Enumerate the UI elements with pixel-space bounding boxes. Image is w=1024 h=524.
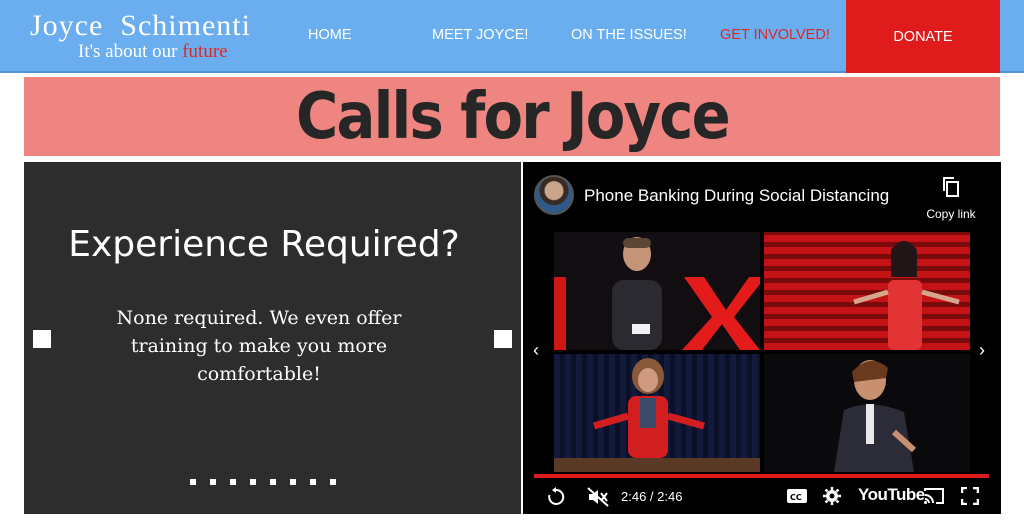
chevron-right-icon[interactable]: › xyxy=(979,340,985,361)
speaker-figure xyxy=(834,360,917,472)
copy-link-button[interactable]: Copy link xyxy=(916,176,986,221)
slider-dot[interactable] xyxy=(230,479,236,485)
video-time: 2:46 / 2:46 xyxy=(621,489,683,504)
gear-icon[interactable] xyxy=(823,487,841,505)
youtube-embed[interactable]: Phone Banking During Social Distancing C… xyxy=(523,162,1001,514)
donate-button[interactable]: DONATE xyxy=(846,0,1000,73)
channel-avatar[interactable] xyxy=(534,175,574,215)
nav-on-the-issues[interactable]: ON THE ISSUES! xyxy=(571,27,687,43)
related-video-thumbnail[interactable] xyxy=(554,232,760,350)
page-title: Calls for Joyce xyxy=(295,79,731,154)
site-logo[interactable]: Joyce Schimenti It's about our future xyxy=(30,9,251,63)
nav-get-involved[interactable]: GET INVOLVED! xyxy=(720,27,830,43)
slider-dot[interactable] xyxy=(290,479,296,485)
replay-icon[interactable] xyxy=(546,487,566,507)
cast-icon[interactable] xyxy=(923,487,945,505)
nav-home[interactable]: HOME xyxy=(308,27,352,43)
info-slider: Experience Required? None required. We e… xyxy=(24,162,521,514)
page-banner: Calls for Joyce xyxy=(24,77,1000,156)
speaker-figure xyxy=(554,358,760,472)
speaker-figure xyxy=(853,241,960,350)
slider-dot[interactable] xyxy=(210,479,216,485)
fullscreen-icon[interactable] xyxy=(961,487,979,505)
logo-tagline: It's about our future xyxy=(78,41,228,63)
speaker-figure xyxy=(554,237,760,350)
slide-body: None required. We even offer training to… xyxy=(116,307,402,385)
related-video-thumbnail[interactable] xyxy=(554,354,760,472)
slider-dot[interactable] xyxy=(310,479,316,485)
slider-dot[interactable] xyxy=(250,479,256,485)
logo-name: Joyce Schimenti xyxy=(30,9,251,42)
slider-prev-button[interactable] xyxy=(33,330,51,348)
mute-icon[interactable] xyxy=(587,487,609,507)
related-video-thumbnail[interactable] xyxy=(764,232,970,350)
youtube-logo[interactable]: YouTube xyxy=(858,485,925,505)
svg-text:CC: CC xyxy=(790,493,802,502)
video-progress-bar[interactable] xyxy=(534,474,989,478)
slider-dot[interactable] xyxy=(330,479,336,485)
related-videos-grid xyxy=(554,232,970,474)
slider-pagination xyxy=(190,479,336,485)
site-header: Joyce Schimenti It's about our future HO… xyxy=(0,0,1024,73)
logo-tagline-prefix: It's about our xyxy=(78,41,183,62)
nav-meet-joyce[interactable]: MEET JOYCE! xyxy=(432,27,528,43)
slide-title: Experience Required? xyxy=(68,224,460,265)
slider-dot[interactable] xyxy=(190,479,196,485)
video-controls: 2:46 / 2:46 CC YouTube xyxy=(523,480,1001,514)
copy-link-label: Copy link xyxy=(926,207,976,221)
related-video-thumbnail[interactable] xyxy=(764,354,970,472)
slider-dot[interactable] xyxy=(270,479,276,485)
captions-icon[interactable]: CC xyxy=(787,487,807,505)
slider-next-button[interactable] xyxy=(494,330,512,348)
logo-tagline-accent: future xyxy=(182,41,228,62)
video-title[interactable]: Phone Banking During Social Distancing xyxy=(584,186,889,206)
chevron-left-icon[interactable]: ‹ xyxy=(533,340,539,361)
copy-icon xyxy=(943,177,959,197)
